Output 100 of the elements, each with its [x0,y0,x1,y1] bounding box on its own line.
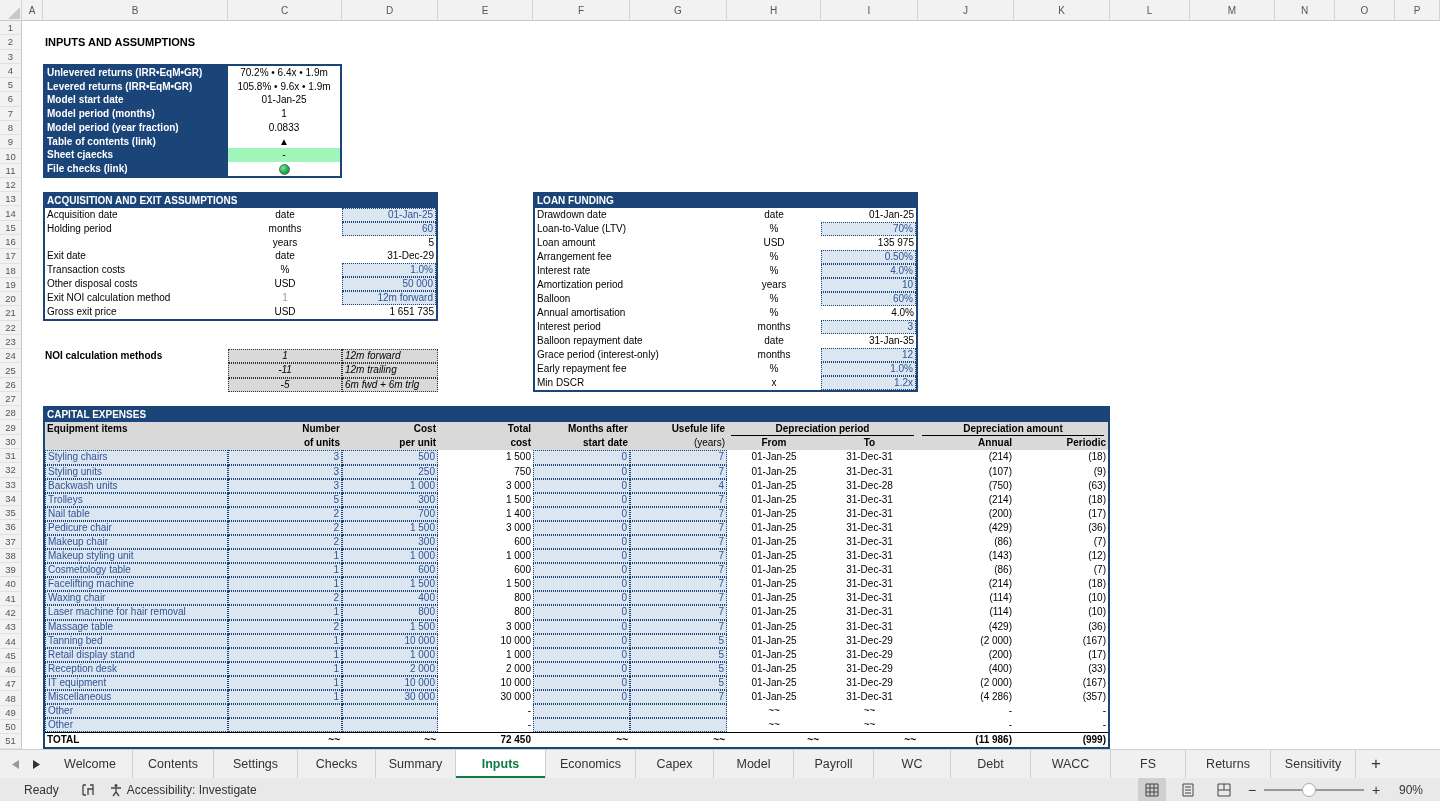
input-cell[interactable]: 7 [630,605,727,620]
input-cell[interactable]: 1 [228,605,342,620]
row-number[interactable]: 2 [0,35,22,50]
input-cell[interactable] [533,718,630,733]
input-cell[interactable]: Styling chairs [45,450,228,465]
input-cell[interactable]: 0 [533,535,630,550]
input-cell[interactable] [630,704,727,719]
scroll-right-icon[interactable] [33,759,40,769]
input-cell[interactable]: 0.50% [821,250,916,265]
input-cell[interactable]: 400 [342,591,438,606]
row-number[interactable]: 1 [0,21,22,36]
input-cell[interactable]: 1.0% [342,263,436,278]
row-number[interactable]: 39 [0,563,22,578]
zoom-out-button[interactable]: − [1246,781,1258,798]
input-cell[interactable]: 01-Jan-25 [342,208,436,222]
input-cell[interactable]: Waxing chair [45,591,228,606]
column-header[interactable]: C [228,0,342,21]
input-cell[interactable]: 1 [228,690,342,705]
row-number[interactable]: 35 [0,506,22,521]
row-number[interactable]: 48 [0,691,22,706]
column-header[interactable]: M [1190,0,1275,21]
input-cell[interactable]: Laser machine for hair removal [45,605,228,620]
column-header[interactable]: N [1275,0,1335,21]
status-dot-icon[interactable] [278,164,290,175]
input-cell[interactable] [533,704,630,719]
split-view-icon[interactable] [1217,782,1231,797]
input-cell[interactable]: 300 [342,535,438,550]
accessibility-button[interactable]: Accessibility: Investigate [108,782,257,797]
input-cell[interactable]: 7 [630,577,727,592]
input-cell[interactable]: 50 000 [342,277,436,291]
input-cell[interactable]: 0 [533,563,630,578]
row-number[interactable]: 21 [0,306,22,321]
input-cell[interactable]: 4.0% [821,264,916,278]
input-cell[interactable]: 1 500 [342,577,438,592]
input-cell[interactable]: 0 [533,591,630,606]
column-header[interactable]: O [1335,0,1395,21]
input-cell[interactable]: 3 [228,450,342,465]
input-cell[interactable]: 1 [228,549,342,564]
input-cell[interactable]: 1 000 [342,549,438,564]
input-cell[interactable] [342,718,438,733]
input-cell[interactable]: Facelifting machine [45,577,228,592]
input-cell[interactable]: 1 [228,563,342,578]
column-header[interactable]: B [43,0,228,21]
grid-view-icon[interactable] [1145,782,1159,797]
column-header[interactable]: K [1014,0,1110,21]
row-number[interactable]: 44 [0,634,22,649]
input-cell[interactable]: 7 [630,690,727,705]
input-cell[interactable]: 7 [630,535,727,550]
row-number[interactable]: 17 [0,249,22,264]
row-number[interactable]: 5 [0,78,22,93]
zoom-in-button[interactable]: + [1370,781,1382,798]
input-cell[interactable]: 70% [821,222,916,237]
input-cell[interactable]: 30 000 [342,690,438,705]
input-cell[interactable]: 0 [533,605,630,620]
slider-thumb[interactable] [1302,782,1316,797]
input-cell[interactable] [228,718,342,733]
input-cell[interactable]: 0 [533,549,630,564]
input-cell[interactable]: 0 [533,450,630,465]
input-cell[interactable]: Other [45,718,228,733]
row-number[interactable]: 50 [0,720,22,735]
input-cell[interactable]: 500 [342,450,438,465]
input-cell[interactable] [228,704,342,719]
input-cell[interactable]: Other [45,704,228,719]
row-number[interactable]: 36 [0,520,22,535]
column-header[interactable]: G [630,0,727,21]
column-header[interactable]: H [727,0,821,21]
row-number[interactable]: 29 [0,420,22,435]
input-cell[interactable]: Makeup styling unit [45,549,228,564]
input-cell[interactable] [630,718,727,733]
column-header[interactable]: L [1110,0,1190,21]
column-header[interactable]: A [22,0,43,21]
sheet-tab[interactable]: Inputs [456,750,546,778]
column-header[interactable]: F [533,0,630,21]
column-header[interactable]: J [918,0,1014,21]
row-number[interactable]: 20 [0,292,22,307]
row-number[interactable]: 40 [0,577,22,592]
input-cell[interactable]: 0 [533,690,630,705]
row-number[interactable]: 51 [0,734,22,749]
row-number[interactable]: 6 [0,92,22,107]
input-cell[interactable]: 7 [630,563,727,578]
row-number[interactable]: 28 [0,406,22,421]
column-header[interactable]: D [342,0,438,21]
input-cell[interactable]: 10 [821,278,916,292]
input-cell[interactable]: Makeup chair [45,535,228,550]
input-cell[interactable]: Cosmetology table [45,563,228,578]
row-number[interactable]: 25 [0,363,22,378]
row-number[interactable]: 32 [0,463,22,478]
input-cell[interactable]: 7 [630,549,727,564]
row-number[interactable]: 43 [0,620,22,635]
input-cell[interactable]: 0 [533,577,630,592]
input-cell[interactable]: 2 [228,535,342,550]
column-header[interactable]: I [821,0,918,21]
input-cell[interactable] [342,704,438,719]
input-cell[interactable]: 1 [228,577,342,592]
input-cell[interactable]: 7 [630,450,727,465]
row-number[interactable]: 47 [0,677,22,692]
add-sheet-button[interactable]: + [1356,750,1396,778]
input-cell[interactable]: Miscellaneous [45,690,228,705]
row-number[interactable]: 13 [0,192,22,207]
row-number[interactable]: 9 [0,135,22,150]
